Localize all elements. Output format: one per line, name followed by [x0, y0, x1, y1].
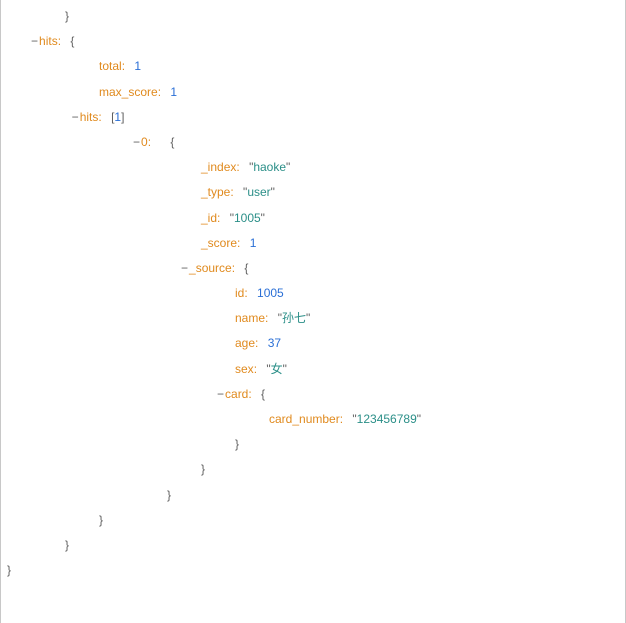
index-row: _index: "haoke": [31, 155, 625, 180]
hits-array-open[interactable]: −hits: [1]: [31, 105, 625, 130]
card-number-row: card_number: "123456789": [31, 407, 625, 432]
collapse-icon[interactable]: −: [133, 135, 140, 149]
id-row: _id: "1005": [31, 206, 625, 231]
collapse-icon[interactable]: −: [31, 34, 38, 48]
collapse-icon[interactable]: −: [72, 110, 79, 124]
json-viewer: } −hits: { total: 1 max_score: 1 −hits: …: [0, 0, 626, 623]
source-age-row: age: 37: [31, 331, 625, 356]
hits-array-close: }: [31, 508, 625, 533]
source-object-open[interactable]: −_source: {: [31, 256, 625, 281]
type-row: _type: "user": [31, 180, 625, 205]
root-close: }: [7, 558, 625, 583]
source-object-close: }: [31, 457, 625, 482]
stray-close-brace: }: [31, 4, 625, 29]
collapse-icon[interactable]: −: [181, 261, 188, 275]
hits-object-close: }: [31, 533, 625, 558]
item-0-close: }: [31, 483, 625, 508]
score-row: _score: 1: [31, 231, 625, 256]
hits-object-open[interactable]: −hits: {: [31, 29, 625, 54]
total-row: total: 1: [31, 54, 625, 79]
source-sex-row: sex: "女": [31, 357, 625, 382]
source-id-row: id: 1005: [31, 281, 625, 306]
source-name-row: name: "孙七": [31, 306, 625, 331]
card-object-open[interactable]: −card: {: [31, 382, 625, 407]
collapse-icon[interactable]: −: [217, 387, 224, 401]
card-object-close: }: [31, 432, 625, 457]
max-score-row: max_score: 1: [31, 80, 625, 105]
item-0-open[interactable]: −0: {: [31, 130, 625, 155]
